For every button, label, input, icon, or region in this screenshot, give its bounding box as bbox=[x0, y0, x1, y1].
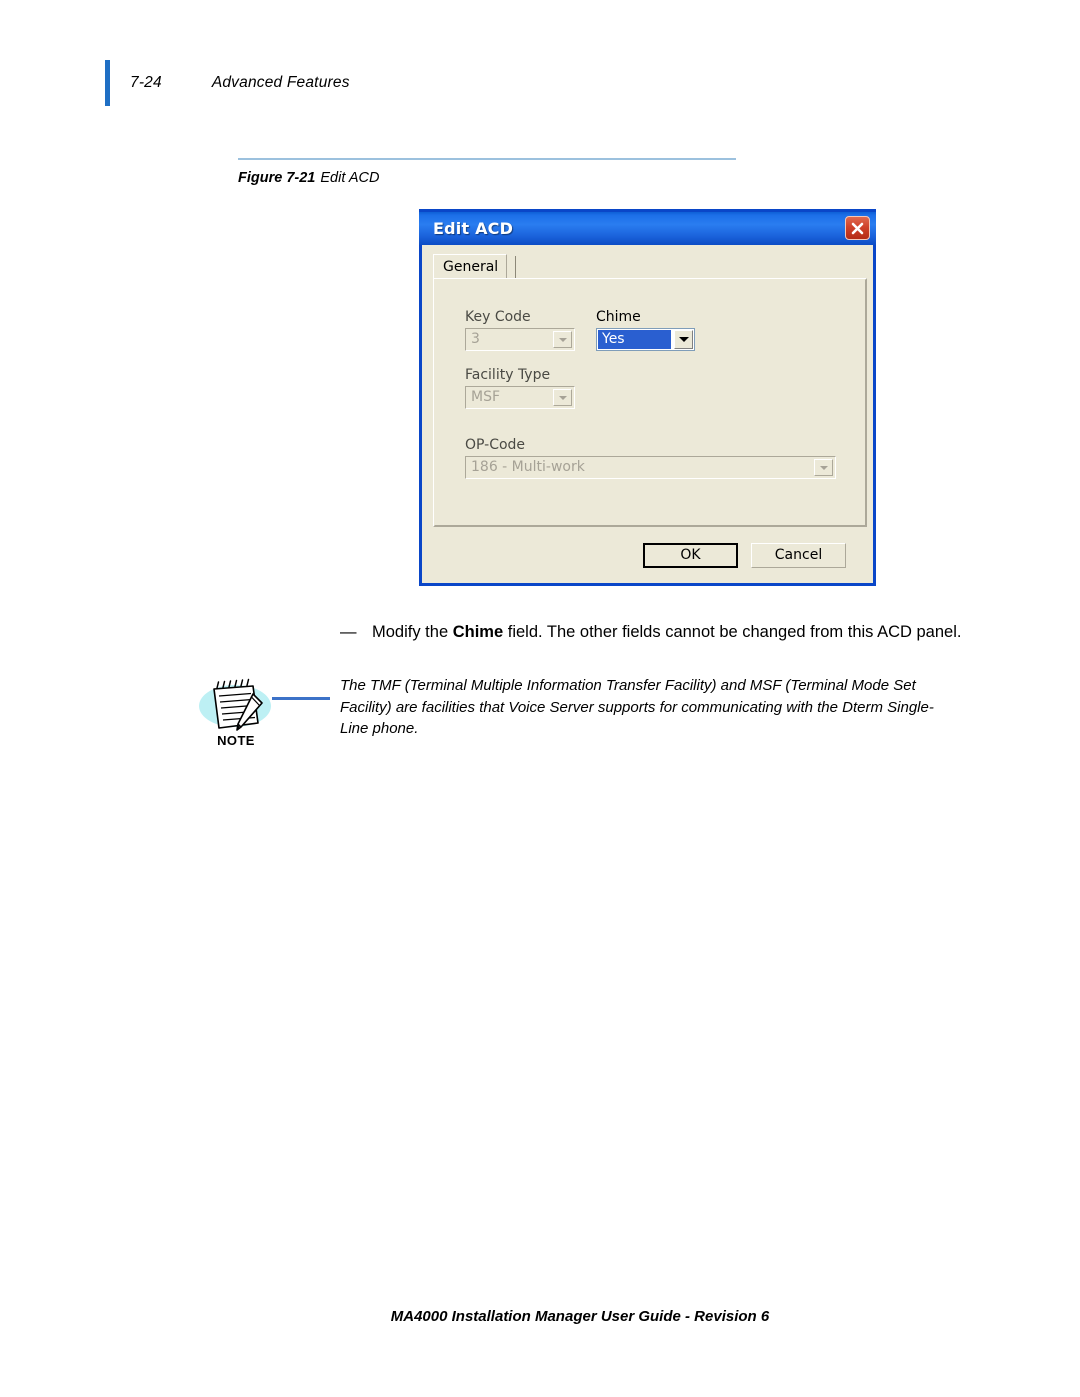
page-number: 7-24 bbox=[130, 74, 162, 91]
body-bullet-paragraph: — Modify the Chime field. The other fiel… bbox=[340, 620, 965, 645]
figure-divider-rule bbox=[238, 158, 736, 160]
op-code-combobox: 186 - Multi-work bbox=[465, 456, 836, 479]
edit-acd-dialog: Edit ACD General Key Code 3 Chime Yes Fa… bbox=[419, 209, 876, 586]
chevron-down-icon bbox=[553, 389, 572, 406]
label-key-code: Key Code bbox=[465, 309, 531, 325]
paragraph-pre-text: Modify the bbox=[372, 623, 453, 641]
tab-separator bbox=[515, 256, 516, 278]
key-code-value: 3 bbox=[471, 331, 480, 347]
tab-general[interactable]: General bbox=[433, 254, 508, 279]
note-text: The TMF (Terminal Multiple Information T… bbox=[340, 677, 934, 737]
paragraph-post-text: field. The other fields cannot be change… bbox=[503, 623, 962, 641]
tab-page-general: Key Code 3 Chime Yes Facility Type MSF O… bbox=[433, 278, 867, 527]
op-code-value: 186 - Multi-work bbox=[471, 459, 585, 475]
section-title: Advanced Features bbox=[211, 74, 350, 91]
paragraph-bold-term: Chime bbox=[452, 623, 504, 641]
label-chime: Chime bbox=[596, 309, 641, 325]
dialog-titlebar: Edit ACD bbox=[419, 209, 876, 245]
cancel-button[interactable]: Cancel bbox=[751, 543, 846, 568]
note-connector-line bbox=[272, 697, 330, 700]
facility-type-combobox: MSF bbox=[465, 386, 575, 409]
chevron-down-icon[interactable] bbox=[674, 330, 693, 349]
bullet-paragraph-text: Modify the Chime field. The other fields… bbox=[372, 620, 965, 645]
chime-value: Yes bbox=[598, 330, 671, 349]
figure-title: Edit ACD bbox=[320, 170, 380, 186]
figure-caption-block: Figure 7-21 Edit ACD bbox=[238, 158, 743, 187]
key-code-combobox: 3 bbox=[465, 328, 575, 351]
figure-caption: Figure 7-21 Edit ACD bbox=[238, 169, 743, 187]
bullet-dash: — bbox=[340, 623, 357, 641]
chevron-down-icon bbox=[553, 331, 572, 348]
dialog-title: Edit ACD bbox=[433, 219, 514, 238]
dialog-tabstrip: General bbox=[433, 254, 867, 279]
ok-button[interactable]: OK bbox=[643, 543, 738, 568]
figure-label: Figure 7-21 bbox=[238, 170, 316, 186]
page-footer: MA4000 Installation Manager User Guide -… bbox=[0, 1308, 1080, 1325]
page-running-header: 7-24 Advanced Features bbox=[105, 60, 965, 106]
note-label: NOTE bbox=[217, 733, 255, 748]
footer-text: MA4000 Installation Manager User Guide -… bbox=[390, 1308, 770, 1325]
chevron-down-icon bbox=[814, 459, 833, 476]
header-accent-bar bbox=[105, 60, 110, 106]
close-icon[interactable] bbox=[845, 216, 870, 240]
chime-combobox[interactable]: Yes bbox=[596, 328, 695, 351]
label-op-code: OP-Code bbox=[465, 437, 526, 453]
label-facility-type: Facility Type bbox=[465, 367, 551, 383]
facility-type-value: MSF bbox=[471, 389, 501, 405]
